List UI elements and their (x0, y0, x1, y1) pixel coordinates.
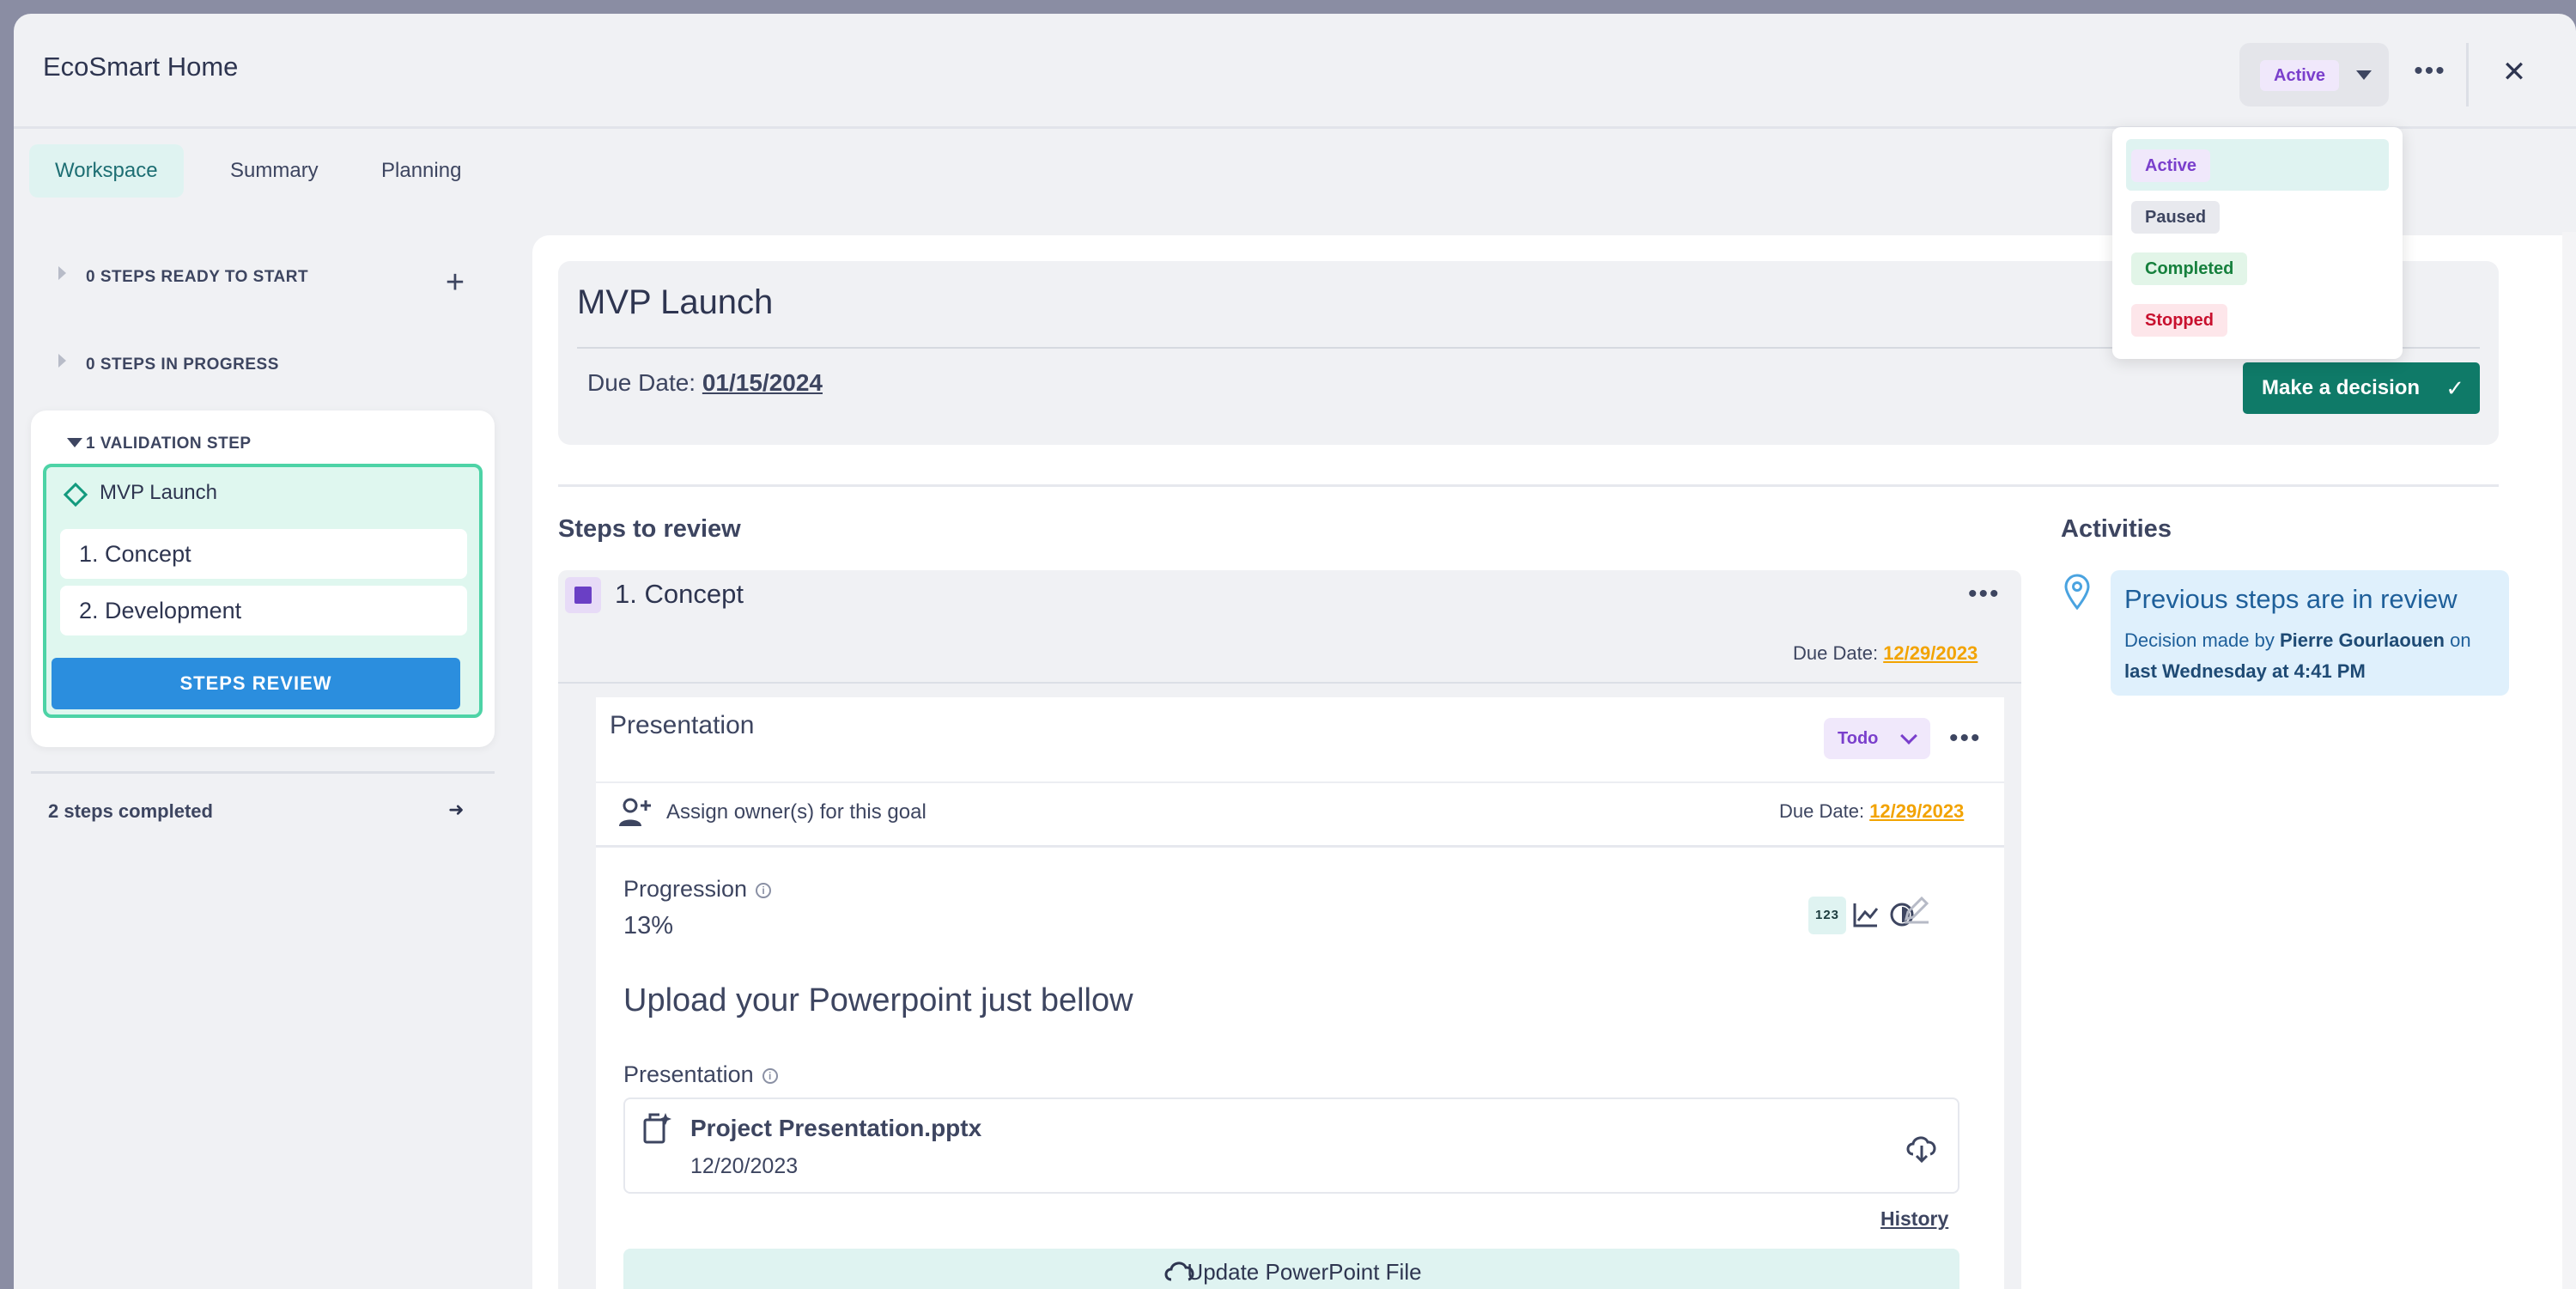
step-due-date: Due Date: 12/29/2023 (1793, 642, 1978, 665)
edit-pencil-icon[interactable] (1901, 893, 1932, 924)
activities-heading: Activities (2061, 515, 2172, 543)
more-options-icon[interactable]: ••• (2409, 58, 2451, 84)
file-date: 12/20/2023 (690, 1154, 799, 1178)
validation-step-card: 1 VALIDATION STEP MVP Launch 1. Concept … (31, 410, 495, 747)
location-pin-icon (2064, 574, 2090, 610)
progression-label-text: Progression (623, 876, 748, 902)
make-decision-button[interactable]: Make a decision ✓ (2243, 362, 2480, 414)
goal-due-date: Due Date: 12/29/2023 (1779, 800, 1964, 823)
tab-workspace[interactable]: Workspace (29, 144, 184, 198)
panel-divider (558, 484, 2499, 487)
file-icon (643, 1113, 671, 1144)
status-option-completed[interactable]: Completed (2126, 242, 2389, 294)
activity-card: Previous steps are in review Decision ma… (2111, 570, 2509, 696)
due-date-label: Due Date: (1793, 642, 1879, 664)
header-divider (2466, 43, 2469, 106)
tab-planning[interactable]: Planning (355, 144, 487, 198)
step-checkbox-icon[interactable] (565, 577, 601, 613)
info-icon[interactable]: i (762, 1067, 778, 1084)
line-chart-icon[interactable] (1851, 900, 1880, 929)
step-more-icon[interactable]: ••• (1968, 581, 2001, 607)
main-panel: MVP Launch Due Date: 01/15/2024 Make a d… (532, 235, 2576, 1289)
status-option-label: Completed (2131, 252, 2248, 285)
goal-divider (596, 845, 2004, 848)
cloud-download-icon[interactable] (1905, 1130, 1939, 1164)
expand-caret-icon[interactable] (58, 266, 66, 280)
check-icon: ✓ (2445, 375, 2464, 401)
step-divider (558, 682, 2021, 684)
due-date-label: Due Date: (1779, 800, 1865, 822)
due-date-value[interactable]: 01/15/2024 (702, 369, 823, 396)
status-option-label: Stopped (2131, 304, 2227, 337)
progression-label: Progression i (623, 876, 772, 903)
status-option-label: Paused (2131, 201, 2221, 234)
steps-to-review-heading: Steps to review (558, 515, 741, 543)
due-date-label: Due Date: (587, 369, 696, 396)
milestone-due-date: Due Date: 01/15/2024 (587, 369, 823, 397)
sidebar-ready-to-start[interactable]: 0 STEPS READY TO START (86, 268, 308, 287)
step-card: 1. Concept ••• Due Date: 12/29/2023 Pres… (558, 570, 2021, 1289)
close-icon[interactable]: ✕ (2497, 55, 2531, 89)
sidebar-sub-step[interactable]: 2. Development (60, 586, 467, 635)
sidebar-sub-step[interactable]: 1. Concept (60, 529, 467, 579)
sidebar-validation-step[interactable]: 1 VALIDATION STEP (86, 435, 252, 453)
activity-author[interactable]: Pierre Gourlaouen (2280, 629, 2445, 651)
file-name[interactable]: Project Presentation.pptx (690, 1115, 981, 1142)
caret-down-icon (2356, 70, 2372, 80)
make-decision-label: Make a decision (2262, 376, 2421, 399)
numeric-view-icon[interactable]: 123 (1808, 897, 1846, 934)
history-link[interactable]: History (1880, 1207, 1948, 1231)
activity-prefix: Decision made by (2124, 629, 2275, 651)
activity-text: Decision made by Pierre Gourlaouen on la… (2124, 625, 2502, 687)
goal-more-icon[interactable]: ••• (1949, 726, 1982, 751)
status-option-active[interactable]: Active (2126, 139, 2389, 191)
goal-title: Presentation (610, 711, 755, 739)
sidebar-divider (31, 771, 495, 774)
activity-title: Previous steps are in review (2124, 584, 2458, 614)
steps-completed-link[interactable]: 2 steps completed (48, 800, 213, 823)
activity-time: last Wednesday at 4:41 PM (2124, 660, 2366, 682)
tab-summary[interactable]: Summary (204, 144, 344, 198)
collapse-caret-icon[interactable] (67, 438, 82, 447)
validation-step-group: MVP Launch 1. Concept 2. Development STE… (43, 464, 483, 718)
arrow-right-icon[interactable]: ➜ (448, 799, 464, 821)
status-option-paused[interactable]: Paused (2126, 191, 2389, 242)
due-date-value[interactable]: 12/29/2023 (1869, 800, 1964, 822)
update-file-button[interactable]: Update PowerPoint File (623, 1249, 1959, 1289)
file-attachment[interactable]: Project Presentation.pptx 12/20/2023 (623, 1097, 1959, 1194)
goal-status-select[interactable]: Todo (1824, 718, 1930, 759)
assign-owner-link[interactable]: Assign owner(s) for this goal (666, 800, 927, 824)
add-user-icon[interactable] (617, 793, 654, 831)
status-option-label: Active (2131, 149, 2211, 182)
milestone-title: MVP Launch (577, 283, 774, 321)
status-dropdown-menu: Active Paused Completed Stopped (2112, 127, 2403, 359)
step-title: 1. Concept (615, 579, 744, 609)
goal-card: Presentation Todo ••• Assign owner(s) fo… (596, 697, 2004, 1289)
status-select[interactable]: Active (2239, 43, 2389, 106)
activity-mid: on (2450, 629, 2471, 651)
info-icon[interactable]: i (756, 882, 772, 898)
goal-divider (596, 781, 2004, 783)
upload-heading: Upload your Powerpoint just bellow (623, 982, 1133, 1018)
project-modal: EcoSmart Home Active ••• ✕ Workspace Sum… (14, 14, 2576, 1289)
update-file-label: Update PowerPoint File (1187, 1259, 1422, 1285)
status-pill: Active (2260, 60, 2340, 91)
status-option-stopped[interactable]: Stopped (2126, 294, 2389, 345)
sidebar-in-progress[interactable]: 0 STEPS IN PROGRESS (86, 356, 279, 374)
progression-value: 13% (623, 912, 674, 939)
modal-header: EcoSmart Home Active ••• ✕ (14, 14, 2576, 129)
presentation-field-label: Presentation i (623, 1061, 778, 1088)
due-date-value[interactable]: 12/29/2023 (1883, 642, 1978, 664)
background-window-edge (2562, 232, 2576, 1289)
steps-review-button[interactable]: STEPS REVIEW (52, 658, 460, 709)
add-step-icon[interactable]: + (440, 266, 471, 299)
presentation-label-text: Presentation (623, 1061, 754, 1087)
chevron-down-icon (1900, 727, 1917, 745)
validation-step-name[interactable]: MVP Launch (100, 481, 217, 505)
app-title: EcoSmart Home (43, 52, 239, 82)
milestone-diamond-icon (63, 482, 88, 508)
expand-caret-icon[interactable] (58, 354, 66, 368)
goal-status-label: Todo (1838, 729, 1879, 748)
